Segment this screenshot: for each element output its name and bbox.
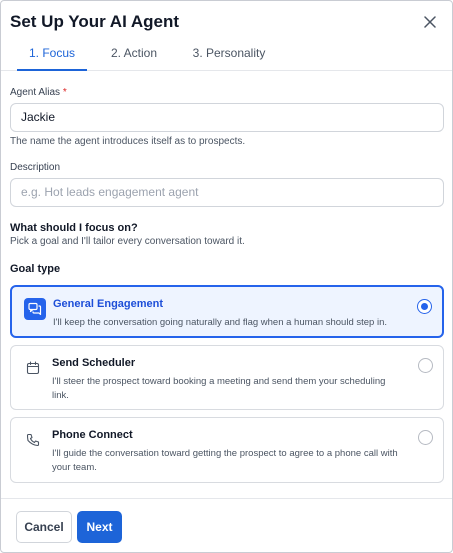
goal-option-desc: I'll steer the prospect toward booking a… bbox=[52, 376, 386, 401]
close-icon bbox=[424, 16, 436, 28]
agent-alias-label: Agent Alias * bbox=[10, 87, 67, 98]
description-input[interactable]: e.g. Hot leads engagement agent bbox=[10, 178, 444, 207]
goal-option-general-engagement[interactable]: General Engagement I'll keep the convers… bbox=[10, 285, 444, 338]
dialog-title: Set Up Your AI Agent bbox=[10, 12, 180, 31]
dialog-header: Set Up Your AI Agent bbox=[10, 11, 443, 35]
focus-subtitle: Pick a goal and I'll tailor every conver… bbox=[10, 236, 245, 247]
calendar-icon bbox=[23, 358, 43, 378]
radio-selected[interactable] bbox=[417, 299, 432, 314]
goal-option-desc: I'll keep the conversation going natural… bbox=[53, 317, 388, 328]
radio-unselected[interactable] bbox=[418, 430, 433, 445]
setup-agent-dialog: Set Up Your AI Agent 1. Focus 2. Action … bbox=[0, 0, 453, 553]
goal-option-phone-connect[interactable]: Phone Connect I'll guide the conversatio… bbox=[10, 417, 444, 483]
chat-bubbles-icon bbox=[24, 298, 46, 320]
next-button[interactable]: Next bbox=[77, 511, 122, 543]
step-tabs: 1. Focus 2. Action 3. Personality bbox=[1, 39, 452, 71]
agent-alias-input[interactable]: Jackie bbox=[10, 103, 444, 132]
goal-type-label: Goal type bbox=[10, 263, 61, 275]
agent-alias-label-text: Agent Alias bbox=[10, 87, 61, 98]
radio-unselected[interactable] bbox=[418, 358, 433, 373]
cancel-button[interactable]: Cancel bbox=[16, 511, 72, 543]
close-button[interactable] bbox=[420, 12, 440, 32]
focus-title: What should I focus on? bbox=[10, 222, 138, 234]
description-label: Description bbox=[10, 162, 61, 173]
goal-option-desc: I'll guide the conversation toward getti… bbox=[52, 448, 398, 473]
goal-option-title: Send Scheduler bbox=[52, 357, 136, 369]
goal-option-title: Phone Connect bbox=[52, 429, 133, 441]
tab-personality[interactable]: 3. Personality bbox=[185, 39, 273, 71]
tab-focus[interactable]: 1. Focus bbox=[17, 39, 87, 71]
phone-icon bbox=[23, 430, 43, 450]
goal-option-send-scheduler[interactable]: Send Scheduler I'll steer the prospect t… bbox=[10, 345, 444, 410]
goal-option-title: General Engagement bbox=[53, 298, 164, 310]
agent-alias-help: The name the agent introduces itself as … bbox=[10, 136, 246, 147]
dialog-footer: Cancel Next bbox=[1, 498, 452, 552]
tab-action[interactable]: 2. Action bbox=[101, 39, 167, 71]
required-mark: * bbox=[62, 87, 67, 98]
